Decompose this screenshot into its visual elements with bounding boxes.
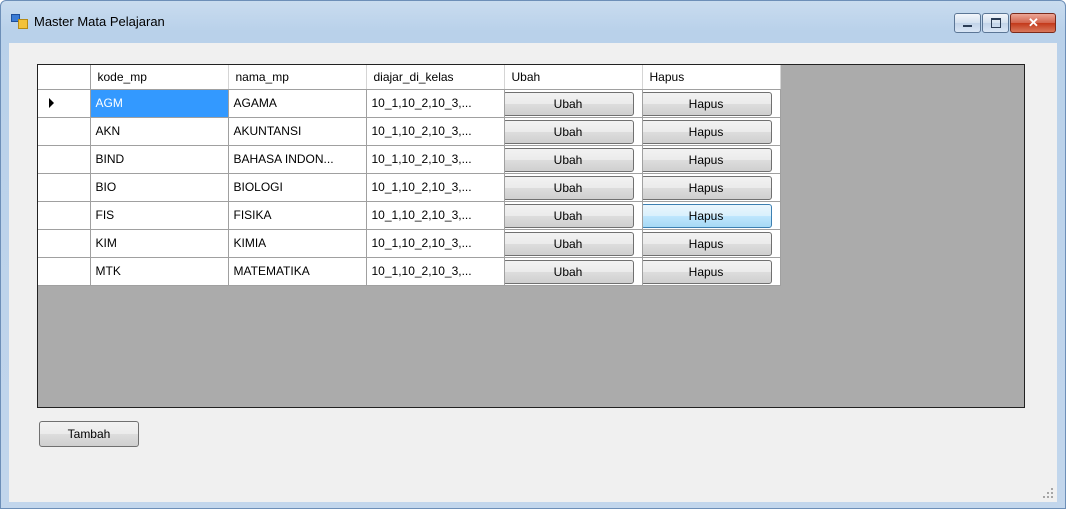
- maximize-icon: [991, 18, 1001, 28]
- cell-ubah: Ubah: [504, 145, 643, 174]
- hapus-button[interactable]: Hapus: [642, 119, 772, 144]
- grid-body: AGM AGAMA 10_1,10_2,10_3,... Ubah Hapus AKN AK…: [38, 89, 781, 286]
- table-row[interactable]: KIM KIMIA 10_1,10_2,10_3,... Ubah Hapus: [38, 229, 781, 258]
- column-header-diajar-di-kelas[interactable]: diajar_di_kelas: [366, 65, 505, 90]
- cell-diajar-di-kelas[interactable]: 10_1,10_2,10_3,...: [366, 257, 505, 286]
- table-row[interactable]: BIO BIOLOGI 10_1,10_2,10_3,... Ubah Hapus: [38, 173, 781, 202]
- title-bar[interactable]: Master Mata Pelajaran ✕: [1, 1, 1065, 35]
- hapus-button[interactable]: Hapus: [642, 147, 772, 172]
- ubah-button[interactable]: Ubah: [504, 147, 634, 172]
- cell-diajar-di-kelas[interactable]: 10_1,10_2,10_3,...: [366, 229, 505, 258]
- data-grid[interactable]: kode_mp nama_mp diajar_di_kelas Ubah Hap…: [37, 64, 1025, 408]
- ubah-button[interactable]: Ubah: [504, 203, 634, 228]
- cell-nama-mp[interactable]: MATEMATIKA: [228, 257, 367, 286]
- triangle-right-icon: [49, 98, 54, 108]
- hapus-button[interactable]: Hapus: [642, 231, 772, 256]
- table-row[interactable]: BIND BAHASA INDON... 10_1,10_2,10_3,... Uba…: [38, 145, 781, 174]
- cell-hapus: Hapus: [642, 89, 781, 118]
- cell-nama-mp[interactable]: BAHASA INDON...: [228, 145, 367, 174]
- header-row: kode_mp nama_mp diajar_di_kelas Ubah Hap…: [38, 65, 781, 90]
- table-row[interactable]: MTK MATEMATIKA 10_1,10_2,10_3,... Ubah Hapus: [38, 257, 781, 286]
- cell-diajar-di-kelas[interactable]: 10_1,10_2,10_3,...: [366, 117, 505, 146]
- cell-nama-mp[interactable]: AGAMA: [228, 89, 367, 118]
- cell-hapus: Hapus: [642, 145, 781, 174]
- cell-nama-mp[interactable]: KIMIA: [228, 229, 367, 258]
- minimize-button[interactable]: [954, 13, 981, 33]
- cell-ubah: Ubah: [504, 257, 643, 286]
- cell-kode-mp[interactable]: BIND: [90, 145, 229, 174]
- close-icon: ✕: [1028, 15, 1039, 30]
- ubah-button[interactable]: Ubah: [504, 91, 634, 116]
- window-title: Master Mata Pelajaran: [34, 14, 165, 29]
- row-header[interactable]: [38, 257, 91, 286]
- row-header[interactable]: [38, 201, 91, 230]
- form-client-area: kode_mp nama_mp diajar_di_kelas Ubah Hap…: [9, 43, 1057, 502]
- cell-nama-mp[interactable]: AKUNTANSI: [228, 117, 367, 146]
- column-header-kode-mp[interactable]: kode_mp: [90, 65, 229, 90]
- hapus-button[interactable]: Hapus: [642, 203, 772, 228]
- cell-ubah: Ubah: [504, 201, 643, 230]
- row-header[interactable]: [38, 145, 91, 174]
- app-window: Master Mata Pelajaran ✕ kode_mp nama_mp …: [0, 0, 1066, 509]
- hapus-button[interactable]: Hapus: [642, 91, 772, 116]
- cell-ubah: Ubah: [504, 173, 643, 202]
- cell-kode-mp[interactable]: AGM: [90, 89, 229, 118]
- cell-kode-mp[interactable]: MTK: [90, 257, 229, 286]
- row-header[interactable]: [38, 229, 91, 258]
- cell-hapus: Hapus: [642, 117, 781, 146]
- cell-kode-mp[interactable]: FIS: [90, 201, 229, 230]
- column-header-ubah[interactable]: Ubah: [504, 65, 643, 90]
- row-header-corner: [38, 65, 91, 90]
- ubah-button[interactable]: Ubah: [504, 119, 634, 144]
- hapus-button[interactable]: Hapus: [642, 175, 772, 200]
- cell-kode-mp[interactable]: AKN: [90, 117, 229, 146]
- column-header-nama-mp[interactable]: nama_mp: [228, 65, 367, 90]
- cell-hapus: Hapus: [642, 201, 781, 230]
- cell-diajar-di-kelas[interactable]: 10_1,10_2,10_3,...: [366, 145, 505, 174]
- cell-hapus: Hapus: [642, 173, 781, 202]
- column-header-hapus[interactable]: Hapus: [642, 65, 781, 90]
- app-icon: [11, 14, 28, 29]
- table-row[interactable]: AGM AGAMA 10_1,10_2,10_3,... Ubah Hapus: [38, 89, 781, 118]
- table-row[interactable]: FIS FISIKA 10_1,10_2,10_3,... Ubah Hapus: [38, 201, 781, 230]
- minimize-icon: [963, 25, 972, 27]
- row-header[interactable]: [38, 173, 91, 202]
- ubah-button[interactable]: Ubah: [504, 175, 634, 200]
- close-button[interactable]: ✕: [1010, 13, 1056, 33]
- maximize-button[interactable]: [982, 13, 1009, 33]
- resize-grip[interactable]: [1043, 488, 1053, 498]
- cell-ubah: Ubah: [504, 229, 643, 258]
- cell-ubah: Ubah: [504, 117, 643, 146]
- cell-hapus: Hapus: [642, 229, 781, 258]
- hapus-button[interactable]: Hapus: [642, 259, 772, 284]
- row-header[interactable]: [38, 89, 91, 118]
- cell-diajar-di-kelas[interactable]: 10_1,10_2,10_3,...: [366, 89, 505, 118]
- data-grid-table: kode_mp nama_mp diajar_di_kelas Ubah Hap…: [38, 65, 781, 286]
- ubah-button[interactable]: Ubah: [504, 231, 634, 256]
- cell-kode-mp[interactable]: KIM: [90, 229, 229, 258]
- cell-nama-mp[interactable]: FISIKA: [228, 201, 367, 230]
- row-header[interactable]: [38, 117, 91, 146]
- cell-diajar-di-kelas[interactable]: 10_1,10_2,10_3,...: [366, 173, 505, 202]
- tambah-button[interactable]: Tambah: [39, 421, 139, 447]
- cell-hapus: Hapus: [642, 257, 781, 286]
- table-row[interactable]: AKN AKUNTANSI 10_1,10_2,10_3,... Ubah Hapus: [38, 117, 781, 146]
- cell-diajar-di-kelas[interactable]: 10_1,10_2,10_3,...: [366, 201, 505, 230]
- cell-ubah: Ubah: [504, 89, 643, 118]
- cell-kode-mp[interactable]: BIO: [90, 173, 229, 202]
- cell-nama-mp[interactable]: BIOLOGI: [228, 173, 367, 202]
- ubah-button[interactable]: Ubah: [504, 259, 634, 284]
